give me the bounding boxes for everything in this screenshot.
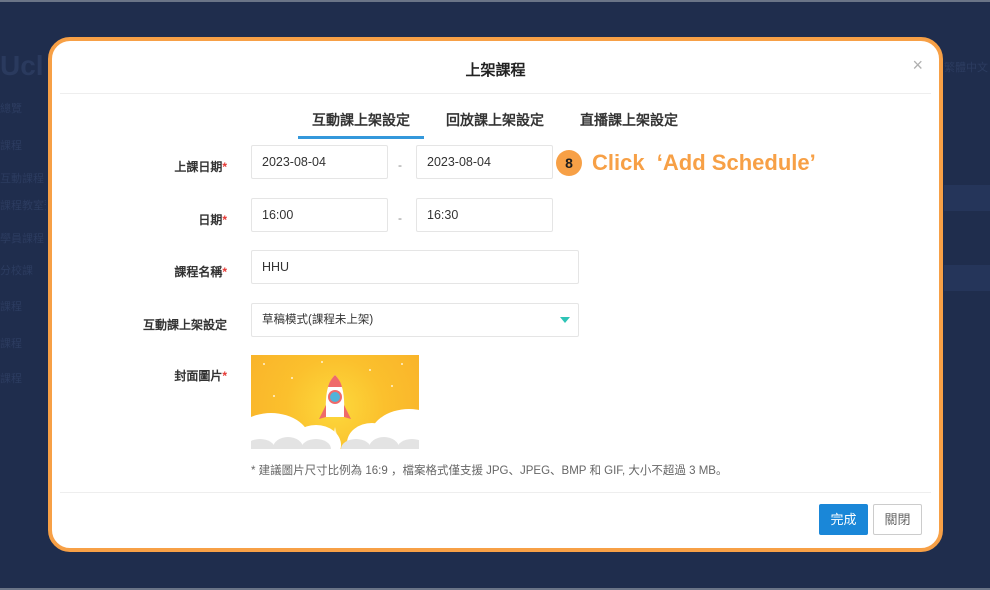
sidebar-item[interactable]: 課程: [0, 335, 46, 351]
close-button[interactable]: 關閉: [873, 504, 922, 535]
class-date-start-input[interactable]: 2023-08-04: [251, 145, 388, 179]
tab-replay-publish[interactable]: 回放課上架設定: [446, 107, 544, 139]
sidebar-item[interactable]: 課程教室預約: [0, 197, 46, 213]
publish-setting-value: 草稿模式(課程未上架): [262, 314, 374, 326]
sidebar-item[interactable]: 分校課: [0, 262, 46, 278]
tab-bar: 互動課上架設定 回放課上架設定 直播課上架設定: [298, 107, 714, 139]
class-date-label: 上課日期*: [87, 158, 227, 175]
sidebar-item[interactable]: 課程: [0, 370, 46, 386]
background-row: [944, 185, 990, 211]
required-mark: *: [222, 213, 227, 227]
course-name-label: 課程名稱*: [87, 263, 227, 280]
time-separator: -: [398, 211, 402, 225]
tab-live-publish[interactable]: 直播課上架設定: [580, 107, 678, 139]
sidebar-item[interactable]: 互動課程: [0, 170, 46, 186]
caret-down-icon: [560, 317, 570, 323]
course-name-input[interactable]: HHU: [251, 250, 579, 284]
step-badge: 8: [556, 150, 582, 176]
publish-course-modal: 上架課程 × 互動課上架設定 回放課上架設定 直播課上架設定 上課日期* 202…: [48, 37, 943, 552]
sidebar-item[interactable]: 總覽: [0, 100, 46, 116]
cover-image-label: 封面圖片*: [87, 367, 227, 384]
top-edge: [0, 0, 990, 2]
time-label-text: 日期: [198, 213, 223, 227]
sidebar-item[interactable]: 課程: [0, 137, 46, 153]
publish-setting-select[interactable]: 草稿模式(課程未上架): [251, 303, 579, 337]
tab-interactive-publish[interactable]: 互動課上架設定: [298, 107, 424, 139]
app-logo: Ucl: [0, 50, 44, 81]
footer-divider: [60, 492, 931, 493]
close-icon[interactable]: ×: [912, 55, 923, 76]
cover-image-hint: * 建議圖片尺寸比例為 16:9 ，檔案格式僅支援 JPG、JPEG、BMP 和…: [251, 465, 728, 477]
cover-image[interactable]: [251, 355, 419, 449]
required-mark: *: [222, 265, 227, 279]
modal-title: 上架課程: [465, 62, 526, 79]
background-row: [944, 265, 990, 291]
date-separator: -: [398, 158, 402, 172]
publish-setting-label: 互動課上架設定: [142, 318, 227, 332]
header-divider: [60, 93, 931, 94]
modal-header: 上架課程 ×: [52, 41, 939, 93]
time-label: 日期*: [87, 211, 227, 228]
start-time-input[interactable]: 16:00: [251, 198, 388, 232]
annotation-text: Click ‘Add Schedule’: [592, 150, 816, 175]
language-selector[interactable]: 繁體中文: [944, 59, 988, 75]
course-name-label-text: 課程名稱: [174, 265, 223, 279]
sidebar-item[interactable]: 課程: [0, 298, 46, 314]
required-mark: *: [222, 160, 227, 174]
required-mark: *: [222, 369, 227, 383]
end-time-input[interactable]: 16:30: [416, 198, 553, 232]
done-button[interactable]: 完成: [819, 504, 868, 535]
class-date-end-input[interactable]: 2023-08-04: [416, 145, 553, 179]
class-date-label-text: 上課日期: [174, 160, 223, 174]
cover-image-label-text: 封面圖片: [174, 369, 223, 383]
tutorial-annotation: 8 Click ‘Add Schedule’: [556, 150, 816, 176]
sidebar-item[interactable]: 學員課程: [0, 230, 46, 246]
